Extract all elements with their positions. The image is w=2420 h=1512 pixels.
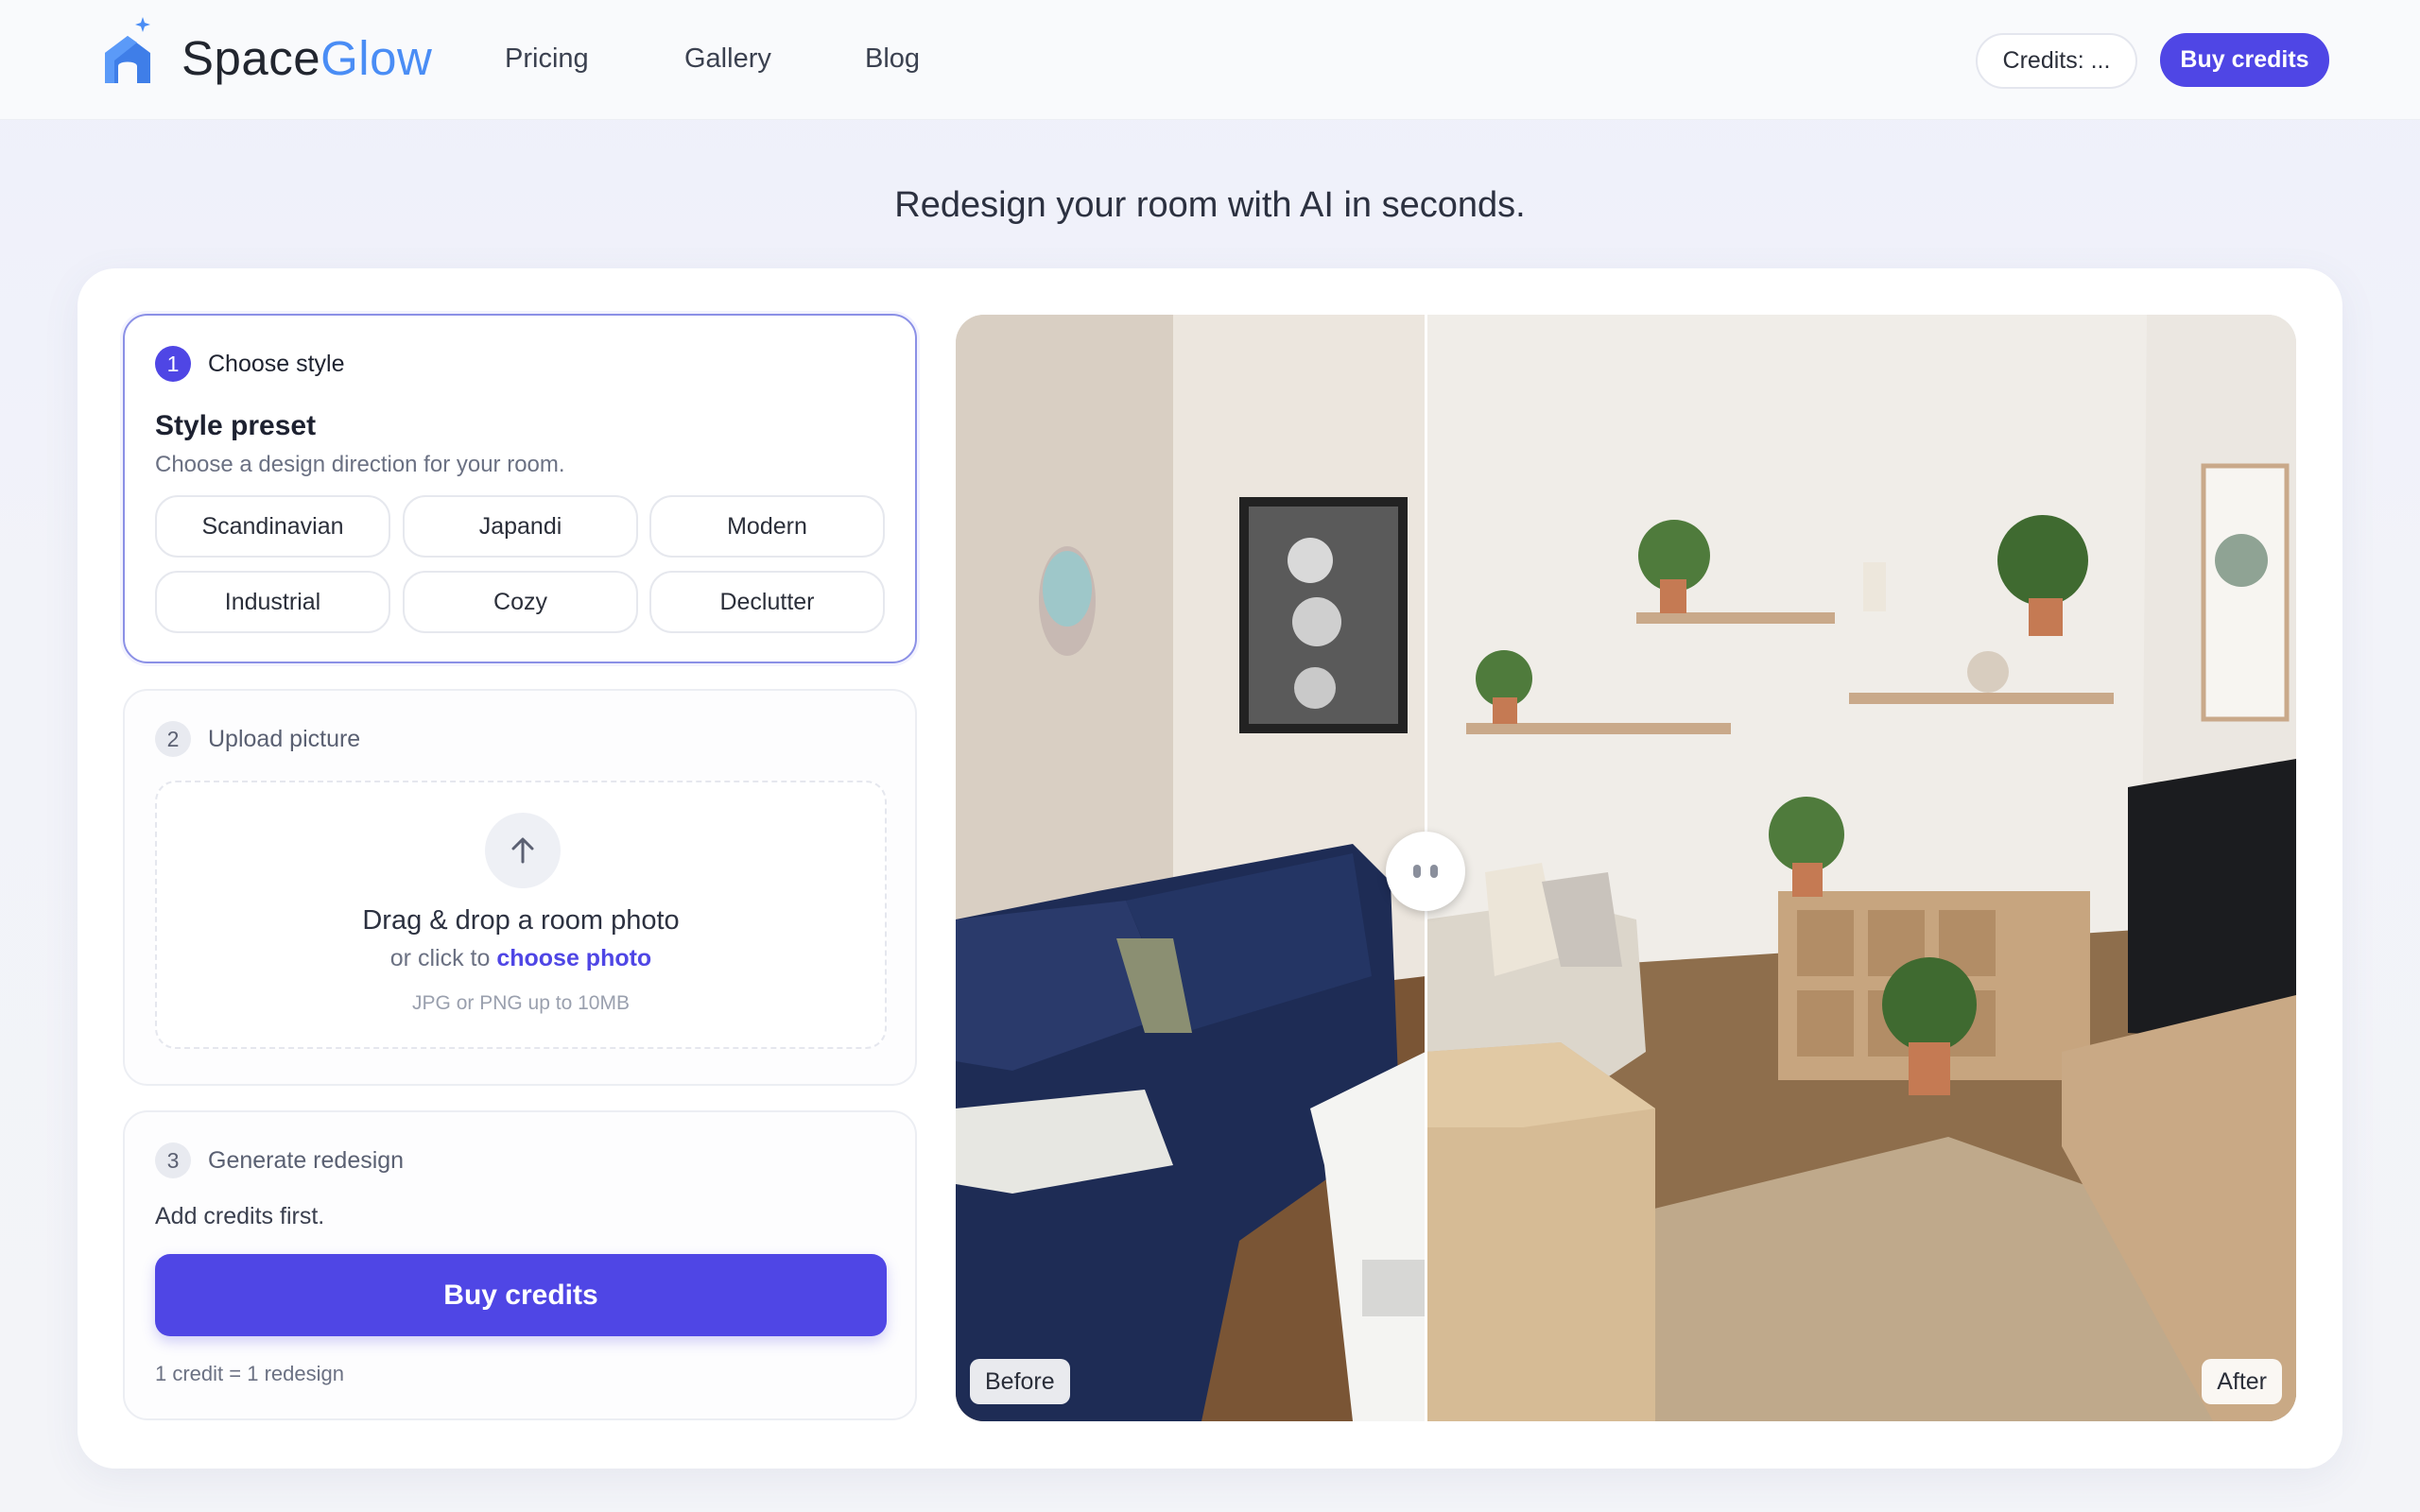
step3-title: Generate redesign: [208, 1146, 405, 1174]
house-sparkle-icon[interactable]: [99, 13, 165, 89]
upload-dropzone[interactable]: Drag & drop a room photo or click to cho…: [155, 781, 887, 1049]
style-preset-subtitle: Choose a design direction for your room.: [155, 452, 565, 477]
add-credits-message: Add credits first.: [155, 1203, 325, 1229]
step1-header: 1 Choose style: [155, 346, 345, 382]
brand-name-part2: Glow: [320, 31, 433, 85]
nav-link-gallery[interactable]: Gallery: [684, 43, 771, 75]
preset-chip-modern[interactable]: Modern: [649, 495, 885, 558]
before-label: Before: [970, 1359, 1070, 1404]
preset-chip-japandi[interactable]: Japandi: [403, 495, 638, 558]
step-choose-style: 1 Choose style Style preset Choose a des…: [123, 314, 917, 663]
preset-chip-cozy[interactable]: Cozy: [403, 571, 638, 633]
room-comparison-image: [956, 315, 2296, 1421]
brand-name-part1: Space: [182, 31, 321, 85]
upload-icon-circle[interactable]: [485, 813, 561, 888]
brand-name[interactable]: SpaceGlow: [182, 30, 432, 86]
step2-number: 2: [155, 721, 191, 757]
preset-chip-scandinavian[interactable]: Scandinavian: [155, 495, 390, 558]
before-after-comparison[interactable]: Before After: [956, 315, 2296, 1421]
choose-photo-link[interactable]: choose photo: [496, 945, 651, 971]
arrow-up-icon: [511, 837, 534, 864]
step1-title: Choose style: [208, 350, 345, 377]
before-image: [956, 315, 1426, 1421]
step3-header: 3 Generate redesign: [155, 1143, 404, 1178]
nav-link-blog[interactable]: Blog: [865, 43, 920, 75]
upload-title: Drag & drop a room photo: [362, 905, 680, 936]
comparison-slider-handle[interactable]: [1386, 832, 1465, 911]
step3-number: 3: [155, 1143, 191, 1178]
upload-subtitle-prefix: or click to: [389, 945, 491, 971]
upload-file-hint: JPG or PNG up to 10MB: [412, 992, 630, 1014]
upload-subtitle: or click to choose photo: [157, 945, 885, 972]
top-navbar: SpaceGlow Pricing Gallery Blog Credits: …: [0, 0, 2420, 120]
buy-credits-header-button[interactable]: Buy credits: [2160, 33, 2329, 87]
handle-grip-left-icon: [1413, 865, 1421, 878]
step-generate-redesign: 3 Generate redesign Add credits first. B…: [123, 1110, 917, 1420]
page-tagline: Redesign your room with AI in seconds.: [894, 185, 1526, 225]
buy-credits-button[interactable]: Buy credits: [155, 1254, 887, 1336]
handle-grip-right-icon: [1430, 865, 1438, 878]
step1-number: 1: [155, 346, 191, 382]
after-label: After: [2202, 1359, 2282, 1404]
preset-chip-industrial[interactable]: Industrial: [155, 571, 390, 633]
style-preset-heading: Style preset: [155, 410, 317, 441]
step2-header: 2 Upload picture: [155, 721, 360, 757]
after-image: [1426, 315, 2296, 1421]
nav-link-pricing[interactable]: Pricing: [505, 43, 589, 75]
preset-chip-declutter[interactable]: Declutter: [649, 571, 885, 633]
credits-badge[interactable]: Credits: ...: [1976, 33, 2137, 89]
step2-title: Upload picture: [208, 725, 361, 752]
credit-cost-note: 1 credit = 1 redesign: [155, 1362, 344, 1385]
step-upload-picture: 2 Upload picture Drag & drop a room phot…: [123, 689, 917, 1086]
